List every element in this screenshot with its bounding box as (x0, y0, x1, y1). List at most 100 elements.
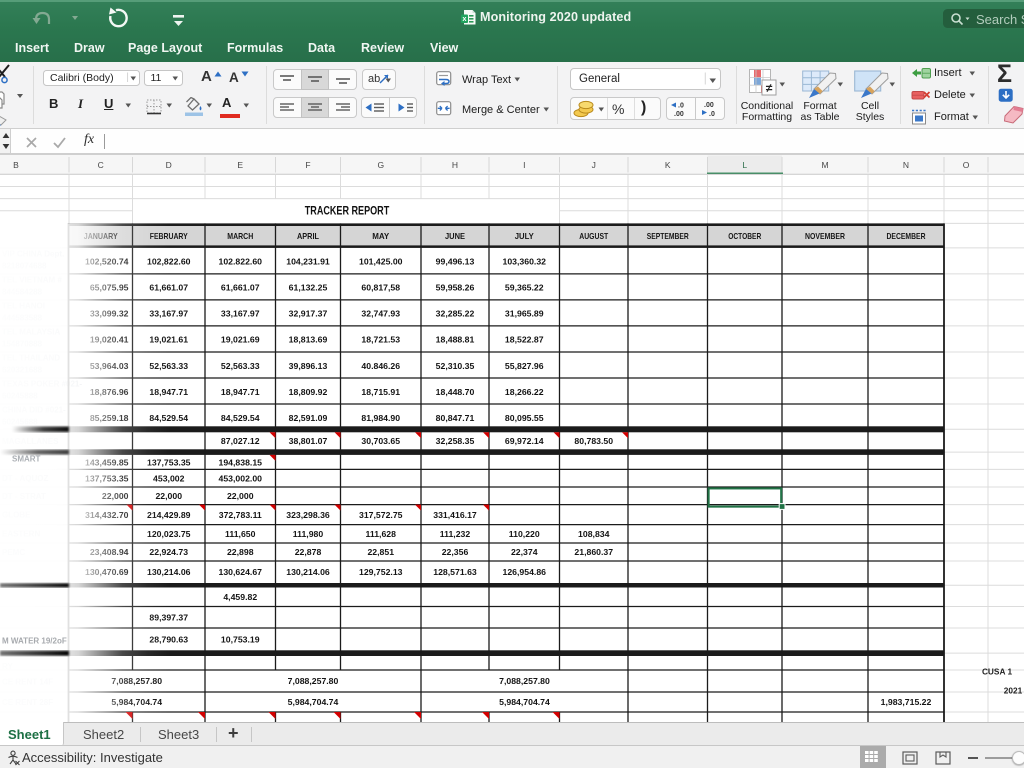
svg-text:22,374: 22,374 (511, 547, 538, 557)
svg-text:K: K (665, 160, 671, 170)
svg-text:B: B (13, 160, 19, 170)
svg-text:129,752.13: 129,752.13 (359, 567, 403, 577)
svg-text:1,983,715.22: 1,983,715.22 (881, 697, 932, 707)
svg-text:7,088,257.80: 7,088,257.80 (499, 676, 550, 686)
svg-text:.00: .00 (704, 102, 714, 109)
svg-text:55,827.96: 55,827.96 (505, 361, 544, 371)
svg-text:101,425.00: 101,425.00 (359, 257, 403, 267)
svg-text:22,851: 22,851 (367, 547, 394, 557)
svg-text:18,522.87: 18,522.87 (505, 335, 544, 345)
svg-text:18,947.71: 18,947.71 (221, 387, 260, 397)
svg-text:NOVEMBER: NOVEMBER (805, 231, 845, 241)
svg-text:7,088,257.80: 7,088,257.80 (288, 676, 339, 686)
svg-text:60,817,58: 60,817,58 (361, 283, 400, 293)
svg-text:D: D (166, 160, 172, 170)
svg-text:32,285.22: 32,285.22 (436, 309, 475, 319)
svg-text:10,753.19: 10,753.19 (221, 634, 260, 644)
svg-text:39,896.13: 39,896.13 (289, 361, 328, 371)
svg-text:30,703.65: 30,703.65 (361, 436, 400, 446)
svg-text:40.846.26: 40.846.26 (361, 361, 400, 371)
svg-text:18,813.69: 18,813.69 (289, 335, 328, 345)
svg-text:18,448.70: 18,448.70 (436, 387, 475, 397)
svg-text:.00: .00 (674, 111, 684, 118)
svg-text:52,563.33: 52,563.33 (221, 361, 260, 371)
svg-text:61,132.25: 61,132.25 (289, 283, 328, 293)
svg-text:O: O (963, 160, 970, 170)
svg-text:MARCH: MARCH (227, 231, 253, 241)
svg-text:18,715.91: 18,715.91 (361, 387, 400, 397)
svg-text:APRIL: APRIL (297, 231, 319, 241)
svg-text:372,783.11: 372,783.11 (219, 510, 262, 520)
svg-text:M WATER 19/2oF: M WATER 19/2oF (2, 637, 67, 646)
svg-text:80,095.55: 80,095.55 (505, 413, 544, 423)
svg-text:111,980: 111,980 (293, 529, 324, 539)
svg-text:52,310.35: 52,310.35 (436, 361, 475, 371)
svg-text:4,459.82: 4,459.82 (223, 592, 257, 602)
svg-text:194,838.15: 194,838.15 (219, 457, 263, 467)
svg-text:AUGUST: AUGUST (579, 231, 608, 241)
svg-text:JUNE: JUNE (445, 231, 465, 241)
svg-text:E: E (237, 160, 243, 170)
svg-text:22,878: 22,878 (295, 547, 322, 557)
svg-text:18,266.22: 18,266.22 (505, 387, 544, 397)
svg-text:L: L (742, 160, 747, 170)
svg-text:59,365.22: 59,365.22 (505, 283, 544, 293)
svg-text:18,721.53: 18,721.53 (361, 335, 400, 345)
svg-text:128,571.63: 128,571.63 (433, 567, 477, 577)
svg-text:102.822.60: 102.822.60 (219, 257, 263, 267)
svg-text:OCTOBER: OCTOBER (728, 231, 761, 241)
svg-text:18,809.92: 18,809.92 (289, 387, 328, 397)
svg-text:22,898: 22,898 (227, 547, 254, 557)
svg-text:33,167.97: 33,167.97 (221, 309, 260, 319)
svg-text:111,628: 111,628 (366, 529, 397, 539)
svg-text:130,214.06: 130,214.06 (286, 567, 330, 577)
svg-text:82,591.09: 82,591.09 (289, 413, 328, 423)
svg-text:5,984,704.74: 5,984,704.74 (288, 697, 339, 707)
svg-text:H: H (452, 160, 458, 170)
svg-text:SMART: SMART (12, 455, 41, 464)
svg-text:22,356: 22,356 (442, 547, 469, 557)
svg-text:99,496.13: 99,496.13 (436, 257, 475, 267)
svg-text:M: M (821, 160, 828, 170)
svg-text:103,360.32: 103,360.32 (503, 257, 547, 267)
svg-text:31,965.89: 31,965.89 (505, 309, 544, 319)
svg-text:2021: 2021 (1004, 686, 1023, 696)
svg-text:DECEMBER: DECEMBER (887, 231, 926, 241)
svg-text:SEPTEMBER: SEPTEMBER (647, 231, 689, 241)
svg-text:323,298.36: 323,298.36 (286, 510, 330, 520)
svg-text:69,972.14: 69,972.14 (505, 436, 544, 446)
svg-text:32,747.93: 32,747.93 (361, 309, 400, 319)
svg-text:111,232: 111,232 (440, 529, 471, 539)
svg-text:331,416.17: 331,416.17 (433, 510, 477, 520)
svg-text:MAY: MAY (372, 231, 389, 241)
svg-text:126,954.86: 126,954.86 (503, 567, 547, 577)
svg-text:59,958.26: 59,958.26 (436, 283, 475, 293)
svg-text:32,917.37: 32,917.37 (289, 309, 328, 319)
svg-text:18,488.81: 18,488.81 (436, 335, 475, 345)
svg-text:I: I (523, 160, 525, 170)
svg-text:TRACKER REPORT: TRACKER REPORT (305, 206, 390, 218)
svg-text:111,650: 111,650 (225, 529, 256, 539)
svg-text:104,231.91: 104,231.91 (286, 257, 330, 267)
svg-text:CUSA 1: CUSA 1 (982, 667, 1013, 677)
svg-text:317,572.75: 317,572.75 (359, 510, 403, 520)
svg-text:J: J (592, 160, 596, 170)
svg-text:.0: .0 (678, 103, 684, 110)
svg-text:N: N (903, 160, 909, 170)
svg-text:80,847.71: 80,847.71 (436, 413, 475, 423)
svg-text:21,860.37: 21,860.37 (574, 547, 613, 557)
svg-text:G: G (377, 160, 384, 170)
svg-text:≠: ≠ (766, 81, 773, 95)
svg-text:5,984,704.74: 5,984,704.74 (499, 697, 550, 707)
svg-text:F: F (305, 160, 310, 170)
svg-text:JULY: JULY (515, 231, 534, 241)
svg-text:81,984.90: 81,984.90 (361, 413, 400, 423)
svg-text:C: C (98, 160, 104, 170)
svg-text:38,801.07: 38,801.07 (289, 436, 328, 446)
svg-text:32,258.35: 32,258.35 (436, 436, 475, 446)
svg-text:22,000: 22,000 (227, 491, 254, 501)
svg-text:130,624.67: 130,624.67 (219, 567, 263, 577)
svg-text:19,021.69: 19,021.69 (221, 335, 260, 345)
svg-text:80,783.50: 80,783.50 (574, 436, 613, 446)
svg-text:453,002.00: 453,002.00 (219, 474, 263, 484)
